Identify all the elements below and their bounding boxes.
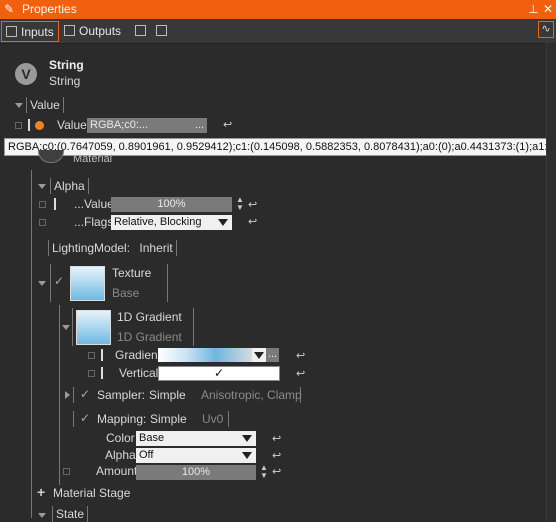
tab-inputs-label: Inputs <box>21 24 54 39</box>
add-icon[interactable]: + <box>37 484 45 500</box>
state-collapse-arrow[interactable] <box>38 513 46 518</box>
color-value: Base <box>139 432 165 444</box>
alpha-flags-reset-icon[interactable]: ↩ <box>248 215 257 228</box>
mapping-detail: Uv0 <box>202 412 224 426</box>
alpha-value-label: ...Value <box>74 197 114 211</box>
color-label: Color <box>106 431 135 445</box>
alpha-value-bar <box>54 198 56 210</box>
texture-title: Texture <box>112 266 152 280</box>
value-field-text: RGBA;c0:... <box>90 119 149 131</box>
outputs-icon <box>64 25 75 36</box>
reset-icon[interactable]: ↩ <box>223 118 232 131</box>
mapping-check-icon[interactable]: ✓ <box>80 411 90 425</box>
alpha-value-field[interactable]: 100% <box>111 197 232 212</box>
mapping-label: Mapping: <box>97 412 147 426</box>
gradient-preview[interactable] <box>158 348 254 362</box>
alpha-flags-label: ...Flags <box>74 215 114 229</box>
gradient-subtitle: 1D Gradient <box>117 330 182 344</box>
color-dropdown[interactable]: Base <box>136 431 256 446</box>
inputs-icon <box>6 26 17 37</box>
alpha-collapse-arrow[interactable] <box>38 184 46 189</box>
amount-stepper[interactable]: ▲ ▼ <box>260 464 268 480</box>
alpha2-label: Alpha <box>105 448 136 462</box>
alpha-group-label: Alpha <box>50 178 89 194</box>
amount-reset-icon[interactable]: ↩ <box>272 465 281 478</box>
chevron-down-icon <box>242 435 252 442</box>
alpha-value-stepper[interactable]: ▲ ▼ <box>236 196 244 212</box>
lighting-model-label: LightingModel: <box>52 241 131 255</box>
sampler-expand-arrow[interactable] <box>65 391 70 399</box>
vertical-reset-icon[interactable]: ↩ <box>296 367 305 380</box>
color-reset-icon[interactable]: ↩ <box>272 432 281 445</box>
lighting-model-value: Inherit <box>139 241 173 255</box>
sampler-label: Sampler: <box>97 388 146 402</box>
value-group-label: Value <box>26 97 64 113</box>
gradient-indicator-bar <box>101 349 103 361</box>
header-subtitle: String <box>49 74 81 88</box>
state-group-label: State <box>52 506 89 522</box>
gradient-title: 1D Gradient <box>117 310 182 324</box>
close-icon[interactable]: ✕ <box>543 2 553 16</box>
pencil-icon: ✎ <box>4 2 15 16</box>
gradient-ellipsis-button[interactable]: ... <box>266 348 279 362</box>
gradient-thumbnail <box>76 310 111 345</box>
texture-subtitle: Base <box>112 286 140 300</box>
texture-collapse-arrow[interactable] <box>38 281 46 286</box>
amount-checkbox[interactable] <box>63 468 70 475</box>
gradient-checkbox[interactable] <box>88 352 95 359</box>
gradient-collapse-arrow[interactable] <box>62 325 70 330</box>
vertical-checkbox[interactable] <box>88 370 95 377</box>
alpha2-value: Off <box>139 449 154 461</box>
alpha-flags-checkbox[interactable] <box>39 219 46 226</box>
alpha-flags-value: Relative, Blocking <box>114 216 202 228</box>
amount-field[interactable]: 100% <box>136 465 256 480</box>
value-collapse-arrow[interactable] <box>15 103 23 108</box>
alpha2-dropdown[interactable]: Off <box>136 448 256 463</box>
node-type-icon: V <box>15 63 37 85</box>
vertical-scrollbar[interactable] <box>546 43 556 521</box>
amount-label: Amount <box>96 464 138 478</box>
value-checkbox[interactable] <box>15 122 22 129</box>
gradient-dropdown[interactable] <box>252 348 266 362</box>
chevron-down-icon <box>242 452 252 459</box>
mapping-value: Simple <box>150 412 187 426</box>
window-title: Properties <box>22 2 77 16</box>
texture-guide-line <box>59 305 60 485</box>
sampler-value: Simple <box>149 388 186 402</box>
split-view-icon[interactable] <box>135 25 146 36</box>
tab-outputs[interactable]: Outputs <box>60 21 125 40</box>
alpha-value-reset-icon[interactable]: ↩ <box>248 198 257 211</box>
layout-icon[interactable] <box>156 25 167 36</box>
vertical-toggle[interactable]: ✓ <box>158 366 280 381</box>
material-label: Material <box>73 153 113 165</box>
pin-icon[interactable]: ⊥ <box>528 2 538 16</box>
alpha-flags-dropdown[interactable]: Relative, Blocking <box>111 215 232 230</box>
material-stage-label[interactable]: Material Stage <box>53 486 130 500</box>
chevron-down-icon <box>254 352 264 359</box>
toolbar: Inputs Outputs ∿ <box>0 19 556 44</box>
gradient-reset-icon[interactable]: ↩ <box>296 349 305 362</box>
sampler-check-icon[interactable]: ✓ <box>80 387 90 401</box>
tab-outputs-label: Outputs <box>79 23 122 38</box>
alpha-value-checkbox[interactable] <box>39 201 46 208</box>
orange-dot-icon <box>35 121 44 130</box>
value-field[interactable]: RGBA;c0:... ... <box>87 118 207 133</box>
value-ellipsis-button[interactable]: ... <box>195 118 204 133</box>
tree-guide-line <box>31 170 32 518</box>
tab-inputs[interactable]: Inputs <box>1 21 59 42</box>
sampler-detail: Anisotropic, Clamp <box>201 388 302 402</box>
title-bar: ✎ Properties ⊥ ✕ <box>0 0 556 19</box>
value-indicator-bar <box>28 119 30 131</box>
alpha2-reset-icon[interactable]: ↩ <box>272 449 281 462</box>
header-title: String <box>49 58 84 72</box>
vertical-indicator-bar <box>101 367 103 379</box>
texture-thumbnail <box>70 266 105 301</box>
gradient-label: Gradient <box>115 348 162 362</box>
vertical-label: Vertical <box>119 366 159 380</box>
material-icon <box>38 150 64 163</box>
value-field-label: Value <box>57 118 87 132</box>
lighting-model-group[interactable]: LightingModel: Inherit <box>48 240 177 256</box>
waveform-icon[interactable]: ∿ <box>538 21 554 38</box>
chevron-down-icon <box>218 219 228 226</box>
